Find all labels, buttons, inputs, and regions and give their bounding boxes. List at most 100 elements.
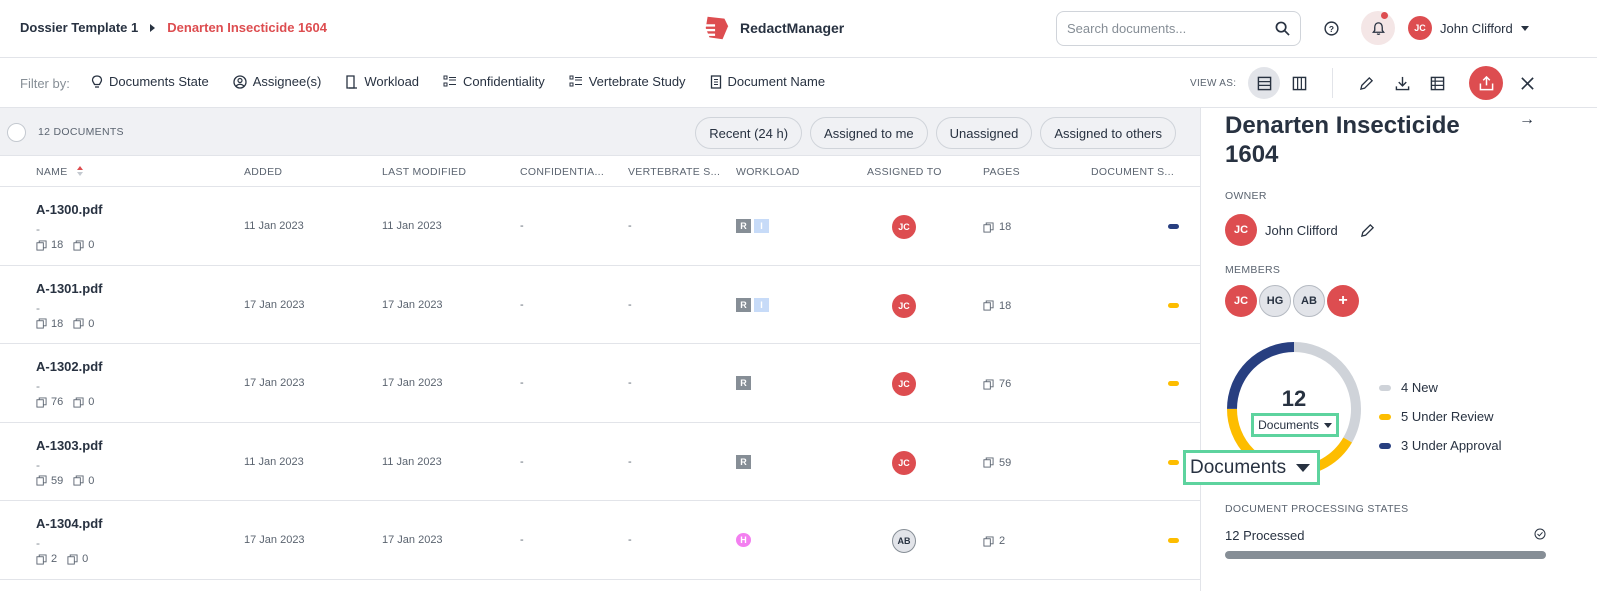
close-button[interactable] bbox=[1511, 67, 1543, 99]
status-indicator bbox=[1168, 459, 1179, 465]
vertebrate-value: - bbox=[628, 455, 632, 468]
added-date: 17 Jan 2023 bbox=[244, 377, 305, 389]
add-member-button[interactable]: + bbox=[1327, 285, 1359, 317]
user-circle-icon bbox=[233, 74, 247, 89]
assignee-avatar[interactable]: JC bbox=[892, 372, 916, 396]
filter-assignees[interactable]: Assignee(s) bbox=[233, 74, 321, 89]
document-name[interactable]: A-1302.pdf bbox=[36, 359, 102, 374]
help-button[interactable]: ? bbox=[1314, 11, 1348, 45]
document-name[interactable]: A-1304.pdf bbox=[36, 516, 102, 531]
legend-item[interactable]: 5 Under Review bbox=[1379, 402, 1501, 431]
workload-badge: I bbox=[754, 297, 769, 312]
download-button[interactable] bbox=[1386, 67, 1418, 99]
confidentiality-value: - bbox=[520, 298, 524, 311]
check-circle-icon bbox=[1534, 528, 1546, 540]
column-header-workload[interactable]: WORKLOAD bbox=[736, 166, 800, 178]
search-icon[interactable] bbox=[1275, 21, 1290, 36]
pages-icon bbox=[73, 239, 84, 251]
user-avatar: JC bbox=[1408, 16, 1432, 40]
help-icon: ? bbox=[1323, 20, 1339, 36]
confidentiality-value: - bbox=[520, 220, 524, 232]
members-label: MEMBERS bbox=[1225, 264, 1281, 276]
list-icon bbox=[569, 75, 582, 87]
filter-label-text: Vertebrate Study bbox=[588, 74, 686, 89]
workload-badge: R bbox=[736, 219, 751, 233]
app-logo[interactable]: RedactManager bbox=[702, 14, 844, 42]
assignee-avatar[interactable]: JC bbox=[892, 215, 916, 239]
breadcrumb-dossier[interactable]: Denarten Insecticide 1604 bbox=[167, 20, 327, 35]
toolbar-divider bbox=[1332, 68, 1333, 98]
search-input[interactable] bbox=[1067, 21, 1275, 36]
excluded-count: 0 bbox=[88, 474, 95, 487]
column-header-last-modified[interactable]: LAST MODIFIED bbox=[382, 166, 466, 178]
breadcrumb-dossier-template[interactable]: Dossier Template 1 bbox=[20, 20, 138, 35]
board-view-button[interactable] bbox=[1283, 67, 1315, 99]
document-name[interactable]: A-1303.pdf bbox=[36, 438, 102, 453]
chart-mode-dropdown[interactable]: Documents bbox=[1251, 413, 1339, 437]
pages-icon bbox=[73, 475, 84, 486]
list-view-button[interactable] bbox=[1248, 67, 1280, 99]
page-count: 76 bbox=[51, 396, 64, 408]
dropdown-value: Documents bbox=[1190, 456, 1287, 478]
edit-owner-icon[interactable] bbox=[1360, 223, 1375, 238]
assignee-avatar[interactable]: JC bbox=[892, 293, 916, 318]
filter-workload[interactable]: Workload bbox=[345, 74, 419, 89]
quick-filter-assigned-to-me[interactable]: Assigned to me bbox=[810, 117, 928, 149]
page-count: 2 bbox=[51, 553, 58, 565]
pencil-icon bbox=[1359, 76, 1373, 90]
quick-filter-recent[interactable]: Recent (24 h) bbox=[695, 117, 803, 149]
table-row[interactable]: A-1303.pdf - 59 0 11 Jan 2023 11 Jan 202… bbox=[0, 423, 1200, 501]
filter-label-text: Workload bbox=[364, 74, 420, 89]
member-avatar[interactable]: HG bbox=[1259, 285, 1291, 317]
pages-icon bbox=[67, 553, 78, 565]
legend-item[interactable]: 3 Under Approval bbox=[1379, 431, 1501, 460]
filter-label-text: Confidentiality bbox=[463, 74, 545, 89]
column-header-document-status[interactable]: DOCUMENT S... bbox=[1091, 166, 1174, 178]
table-row[interactable]: A-1301.pdf - 18 0 17 Jan 2023 17 Jan 202… bbox=[0, 266, 1200, 344]
pages-icon bbox=[36, 553, 47, 565]
edit-button[interactable] bbox=[1350, 67, 1382, 99]
filter-vertebrate-study[interactable]: Vertebrate Study bbox=[569, 74, 686, 89]
page-count: 18 bbox=[51, 239, 64, 251]
assignee-avatar[interactable]: JC bbox=[892, 450, 916, 475]
table-row[interactable]: A-1304.pdf - 2 0 17 Jan 2023 17 Jan 2023… bbox=[0, 501, 1200, 580]
column-header-confidentiality[interactable]: CONFIDENTIA... bbox=[520, 166, 604, 178]
column-header-assigned-to[interactable]: ASSIGNED TO bbox=[867, 166, 942, 178]
caret-down-icon bbox=[1296, 463, 1311, 472]
document-icon bbox=[710, 74, 721, 89]
lightbulb-icon bbox=[91, 74, 103, 88]
select-all-checkbox[interactable] bbox=[7, 123, 26, 142]
document-meta: 59 0 bbox=[36, 475, 94, 487]
document-name[interactable]: A-1301.pdf bbox=[36, 281, 102, 296]
filter-confidentiality[interactable]: Confidentiality bbox=[443, 74, 545, 89]
collapse-panel-icon[interactable]: → bbox=[1519, 111, 1535, 129]
filter-document-name[interactable]: Document Name bbox=[710, 74, 825, 89]
assignee-avatar[interactable]: AB bbox=[892, 529, 916, 553]
quick-filter-assigned-to-others[interactable]: Assigned to others bbox=[1040, 117, 1176, 149]
member-avatar[interactable]: JC bbox=[1225, 285, 1257, 317]
column-header-name[interactable]: NAME bbox=[36, 166, 68, 178]
zoomed-chart-mode-dropdown[interactable]: Documents bbox=[1183, 450, 1320, 485]
filter-documents-state[interactable]: Documents State bbox=[91, 74, 209, 89]
export-button[interactable] bbox=[1469, 66, 1503, 100]
column-header-pages[interactable]: PAGES bbox=[983, 166, 1020, 178]
notifications-button[interactable] bbox=[1361, 11, 1395, 45]
document-name[interactable]: A-1300.pdf bbox=[36, 202, 102, 217]
member-avatar[interactable]: AB bbox=[1293, 285, 1325, 317]
table-row[interactable]: A-1300.pdf - 18 0 11 Jan 2023 11 Jan 202… bbox=[0, 187, 1200, 266]
column-header-vertebrate-study[interactable]: VERTEBRATE S... bbox=[628, 166, 720, 178]
search-box[interactable] bbox=[1056, 11, 1301, 46]
workload-badge: H bbox=[736, 533, 751, 547]
legend-item[interactable]: 4 New bbox=[1379, 373, 1501, 402]
report-button[interactable] bbox=[1421, 67, 1453, 99]
breadcrumb: Dossier Template 1 Denarten Insecticide … bbox=[20, 20, 327, 35]
owner-avatar: JC bbox=[1225, 214, 1257, 246]
column-header-added[interactable]: ADDED bbox=[244, 166, 282, 178]
sort-icon[interactable] bbox=[77, 166, 83, 176]
table-row[interactable]: A-1302.pdf - 76 0 17 Jan 2023 17 Jan 202… bbox=[0, 344, 1200, 423]
page-count: 18 bbox=[51, 317, 64, 330]
user-menu[interactable]: JC John Clifford bbox=[1408, 16, 1529, 40]
pages-cell: 18 bbox=[983, 300, 1011, 312]
quick-filter-unassigned[interactable]: Unassigned bbox=[935, 117, 1033, 149]
document-meta: 18 0 bbox=[36, 318, 94, 330]
